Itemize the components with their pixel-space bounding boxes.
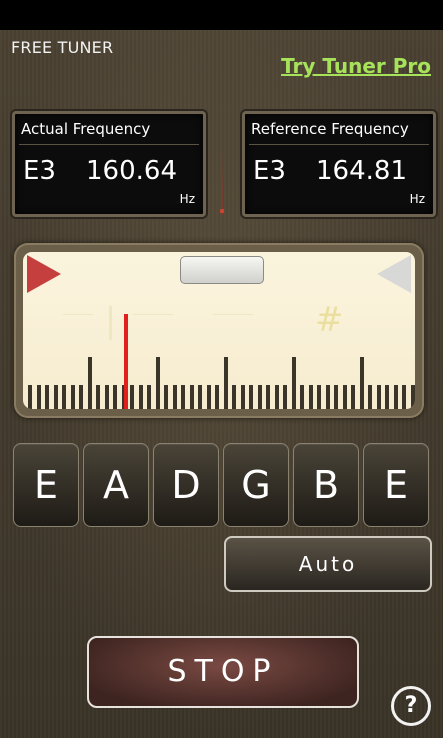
minor-tick [36, 385, 41, 409]
meter-guide-line [63, 314, 93, 315]
minor-tick [410, 385, 415, 409]
minor-tick [283, 385, 287, 409]
flat-arrow-icon [27, 255, 61, 293]
minor-tick [215, 385, 219, 409]
tuner-app: FREE TUNER Try Tuner Pro Actual Frequenc… [0, 30, 443, 738]
reference-frequency-label: Reference Frequency [251, 120, 409, 138]
meter-face: # [23, 252, 415, 409]
minor-tick [181, 385, 185, 409]
minor-tick [274, 385, 279, 409]
minor-tick [130, 385, 134, 409]
string-button-2[interactable]: A [83, 443, 149, 527]
auto-button[interactable]: Auto [224, 536, 432, 592]
reference-note: E3 [253, 156, 286, 186]
try-tuner-pro-link[interactable]: Try Tuner Pro [281, 54, 431, 78]
major-tick [87, 357, 92, 409]
minor-tick [376, 385, 381, 409]
string-button-1[interactable]: E [13, 443, 79, 527]
actual-frequency-panel: Actual Frequency E3 160.64 Hz [12, 111, 206, 217]
reference-frequency-panel: Reference Frequency E3 164.81 Hz [242, 111, 436, 217]
minor-tick [62, 385, 66, 409]
panel-divider [249, 144, 429, 145]
minor-tick [104, 385, 109, 409]
minor-tick [393, 385, 398, 409]
minor-tick [172, 385, 177, 409]
minor-tick [342, 385, 347, 409]
minor-tick [317, 385, 321, 409]
meter-guide-line [133, 314, 173, 315]
minor-tick [257, 385, 262, 409]
minor-tick [402, 385, 406, 409]
minor-tick [266, 385, 270, 409]
sharp-sign: # [315, 300, 344, 340]
minor-tick [113, 385, 117, 409]
minor-tick [96, 385, 100, 409]
major-tick [223, 357, 228, 409]
minor-tick [79, 385, 83, 409]
minor-tick [334, 385, 338, 409]
reference-frequency-value: 164.81 [316, 156, 407, 186]
minor-tick [164, 385, 168, 409]
meter-handle[interactable] [180, 256, 264, 284]
actual-frequency-unit: Hz [179, 192, 195, 206]
minor-tick [198, 385, 202, 409]
minor-tick [206, 385, 211, 409]
status-bar [0, 0, 443, 30]
minor-tick [308, 385, 313, 409]
minor-tick [28, 385, 32, 409]
minor-tick [147, 385, 151, 409]
stop-button[interactable]: STOP [87, 636, 359, 708]
center-indicator-dot [220, 209, 224, 213]
actual-frequency-label: Actual Frequency [21, 120, 151, 138]
minor-tick [300, 385, 304, 409]
tuning-meter: # [14, 243, 424, 418]
sharp-arrow-icon [377, 255, 411, 293]
minor-tick [138, 385, 143, 409]
minor-tick [249, 385, 253, 409]
string-button-4[interactable]: G [223, 443, 289, 527]
meter-scale [23, 349, 415, 409]
minor-tick [45, 385, 49, 409]
panel-divider [19, 144, 199, 145]
string-button-3[interactable]: D [153, 443, 219, 527]
actual-frequency-value: 160.64 [86, 156, 177, 186]
meter-guide-line [213, 314, 253, 315]
reference-frequency-unit: Hz [409, 192, 425, 206]
minor-tick [70, 385, 75, 409]
flat-glyph-icon [109, 306, 112, 340]
minor-tick [232, 385, 236, 409]
minor-tick [368, 385, 372, 409]
minor-tick [351, 385, 355, 409]
tuning-needle [124, 314, 128, 409]
minor-tick [53, 385, 58, 409]
minor-tick [385, 385, 389, 409]
string-button-5[interactable]: B [293, 443, 359, 527]
string-button-6[interactable]: E [363, 443, 429, 527]
help-icon[interactable]: ? [391, 686, 431, 726]
major-tick [359, 357, 364, 409]
minor-tick [240, 385, 245, 409]
major-tick [155, 357, 160, 409]
string-selector: EADGBE [13, 443, 431, 527]
app-title: FREE TUNER [11, 38, 114, 57]
minor-tick [325, 385, 330, 409]
actual-note: E3 [23, 156, 56, 186]
major-tick [291, 357, 296, 409]
minor-tick [189, 385, 194, 409]
center-indicator [221, 145, 223, 215]
